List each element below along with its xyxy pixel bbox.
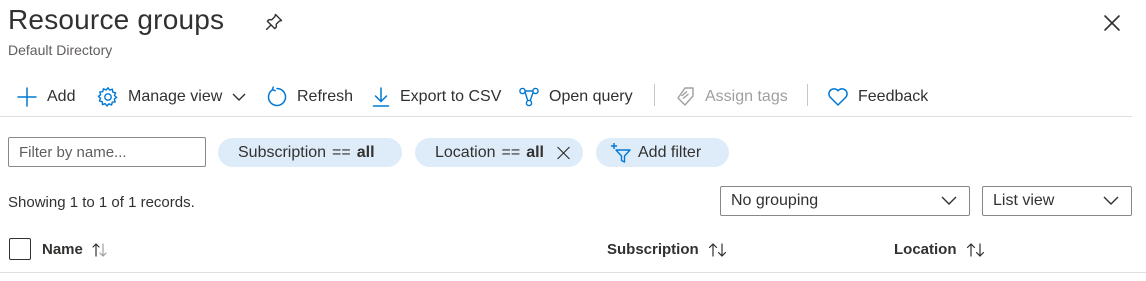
grouping-dropdown[interactable]: No grouping	[720, 186, 970, 216]
add-filter-icon	[611, 142, 631, 163]
column-header-location[interactable]: Location	[894, 241, 987, 258]
tag-icon	[677, 87, 694, 106]
feedback-label: Feedback	[858, 88, 929, 105]
download-icon	[372, 87, 390, 107]
gear-icon	[97, 87, 118, 107]
chevron-down-icon	[232, 93, 246, 101]
location-filter-field: Location	[435, 143, 496, 161]
open-query-label: Open query	[549, 88, 633, 105]
refresh-button[interactable]: Refresh	[266, 84, 353, 110]
view-dropdown[interactable]: List view	[982, 186, 1132, 216]
feedback-button[interactable]: Feedback	[827, 84, 928, 110]
location-filter-value: all	[526, 143, 544, 161]
plus-icon	[17, 87, 37, 107]
close-icon[interactable]	[1101, 12, 1123, 34]
page-title: Resource groups	[8, 4, 225, 35]
export-csv-button[interactable]: Export to CSV	[371, 84, 501, 110]
column-location-label: Location	[894, 241, 957, 258]
query-icon	[519, 87, 539, 107]
pin-icon[interactable]	[264, 12, 284, 32]
sort-icon	[91, 242, 109, 258]
heart-icon	[828, 88, 848, 106]
column-name-label: Name	[42, 241, 83, 258]
sort-icon	[707, 242, 729, 258]
chevron-down-icon	[1103, 196, 1119, 205]
subscription-filter-field: Subscription	[238, 143, 327, 161]
add-filter-label: Add filter	[638, 143, 702, 161]
manage-view-button[interactable]: Manage view	[97, 84, 246, 110]
column-subscription-label: Subscription	[607, 241, 699, 258]
toolbar-divider-line	[0, 116, 1132, 117]
select-all-checkbox[interactable]	[9, 238, 31, 260]
manage-view-label: Manage view	[128, 88, 223, 105]
open-query-button[interactable]: Open query	[518, 84, 633, 110]
column-header-name[interactable]: Name	[42, 241, 109, 258]
add-button[interactable]: Add	[16, 84, 75, 110]
refresh-icon	[267, 86, 287, 107]
toolbar-divider	[654, 84, 655, 106]
assign-tags-button[interactable]: Assign tags	[676, 84, 788, 110]
records-summary: Showing 1 to 1 of 1 records.	[8, 194, 195, 211]
export-csv-label: Export to CSV	[400, 88, 502, 105]
subscription-filter-pill[interactable]: Subscription == all	[218, 138, 402, 167]
column-header-subscription[interactable]: Subscription	[607, 241, 729, 258]
location-filter-operator: ==	[501, 143, 521, 161]
table-header-divider	[0, 272, 1146, 273]
remove-filter-icon[interactable]	[556, 145, 571, 161]
assign-tags-label: Assign tags	[705, 88, 788, 105]
sort-icon	[965, 242, 987, 258]
subscription-filter-value: all	[356, 143, 375, 161]
chevron-down-icon	[941, 196, 957, 205]
toolbar-divider	[807, 84, 808, 106]
add-label: Add	[47, 88, 76, 105]
add-filter-button[interactable]: Add filter	[596, 138, 729, 167]
page-subtitle: Default Directory	[8, 42, 113, 58]
subscription-filter-operator: ==	[332, 143, 351, 161]
location-filter-pill[interactable]: Location == all	[415, 138, 583, 167]
refresh-label: Refresh	[297, 88, 354, 105]
view-selected: List view	[993, 192, 1055, 209]
grouping-selected: No grouping	[731, 192, 819, 209]
filter-by-name-input[interactable]	[8, 137, 206, 167]
